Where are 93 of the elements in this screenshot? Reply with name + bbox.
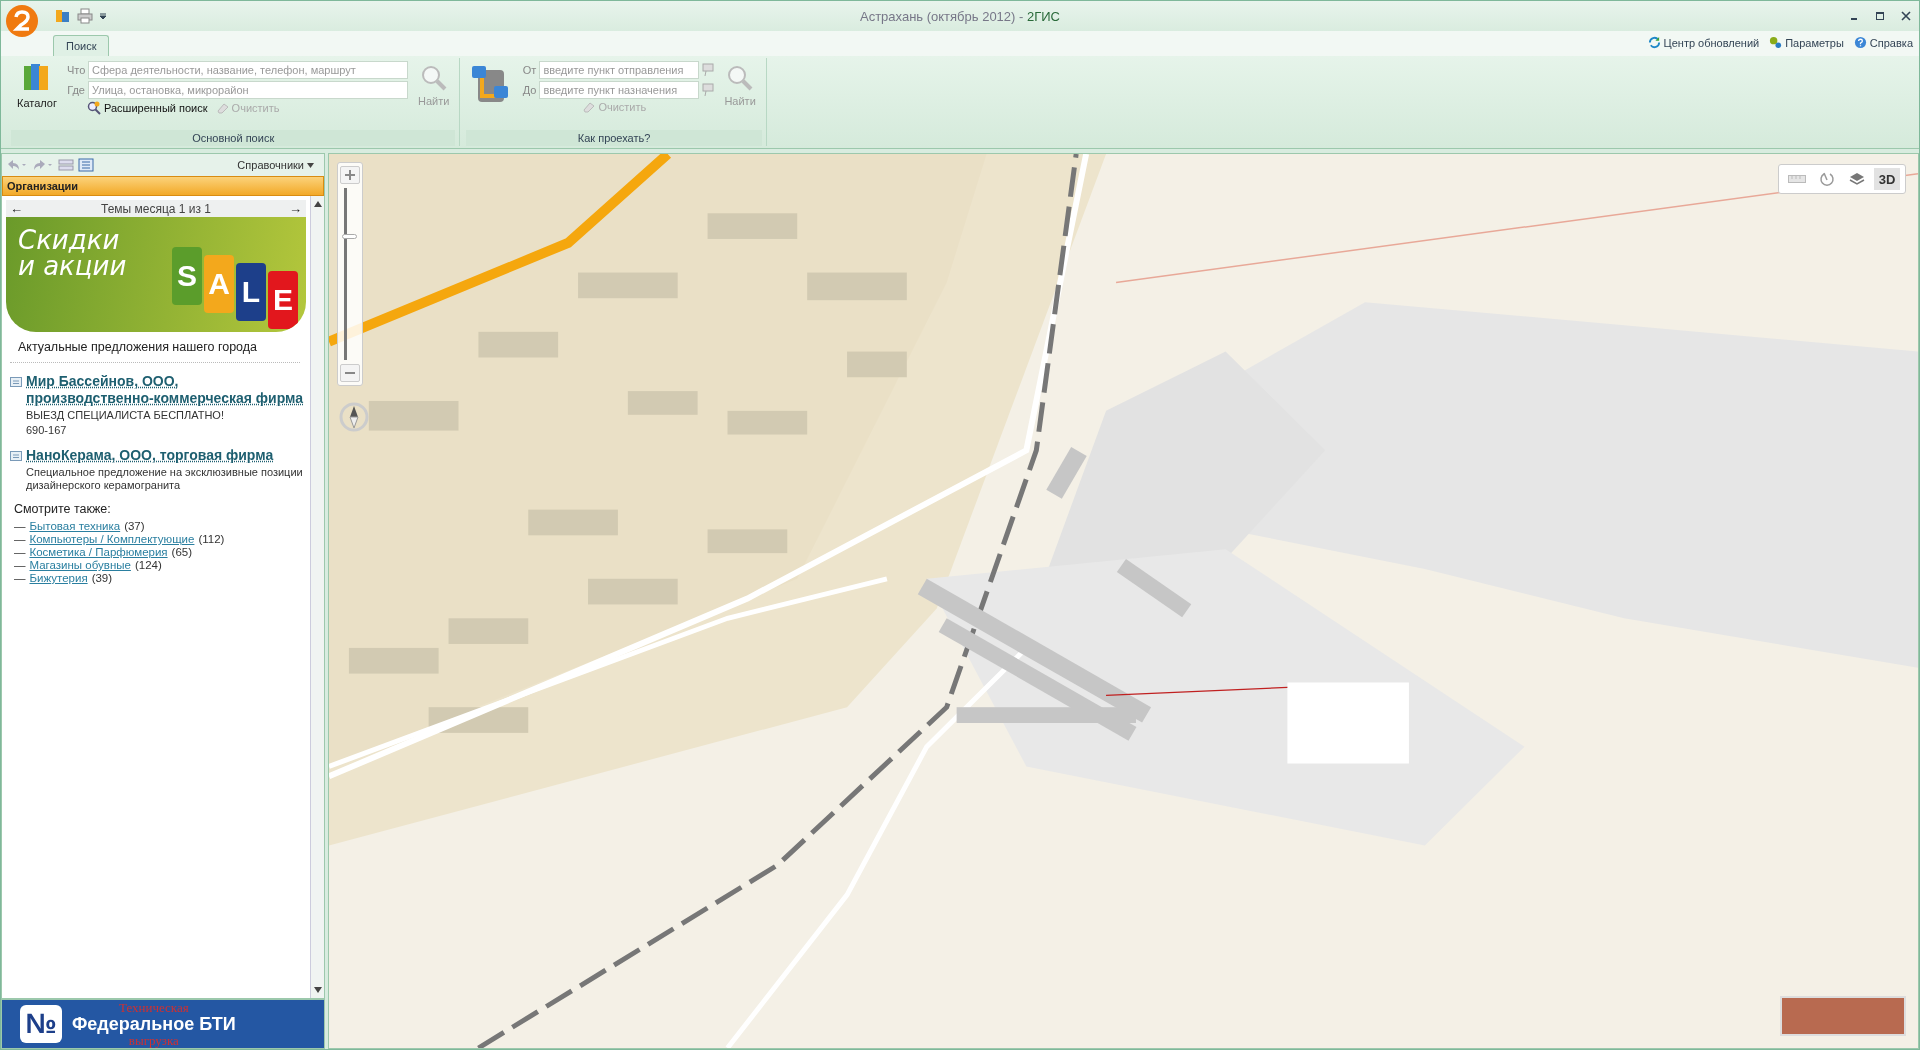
category-count: (112) [198,533,225,546]
caret-icon [307,162,314,168]
scrollbar[interactable] [310,196,324,998]
promo-banner[interactable]: Скидки и акции S A L E [6,217,306,332]
app-name: 2ГИС [1027,8,1060,24]
help-icon [1853,36,1867,49]
group-caption: Как проехать? [466,130,762,146]
app-logo-icon[interactable] [5,4,39,38]
card-icon [10,451,22,461]
field-label: Где [67,84,85,96]
pin-icon[interactable] [702,63,715,77]
organization-description: ВЫЕЗД СПЕЦИАЛИСТА БЕСПЛАТНО! [26,409,225,422]
sale-tag: L [236,263,266,321]
category-link[interactable]: Магазины обувные [29,559,131,572]
refresh-icon [1647,36,1661,49]
split-view-icon[interactable] [58,159,74,171]
zoom-thumb[interactable] [342,234,357,240]
organization-link[interactable]: Мир Бассейнов, ООО, производственно-коммерческая фирма [26,373,306,407]
banner-logo: № [20,1005,62,1043]
plus-icon [345,170,355,180]
field-label: От [521,64,537,76]
ad-picture-placeholder[interactable] [1780,996,1906,1036]
list-marker: — [14,546,26,559]
ruler-icon [1788,175,1806,183]
category-link[interactable]: Бижутерия [29,572,88,585]
list-view-icon[interactable] [78,158,94,172]
pin-icon[interactable] [702,83,715,97]
field-label: Что [67,64,85,76]
sale-tag: A [204,255,234,313]
category-count: (124) [134,559,162,572]
print-icon[interactable] [77,8,93,24]
back-icon[interactable] [6,158,28,172]
toolbar-link[interactable]: Справка [1853,36,1913,49]
window-title: Астрахань (октябрь 2012) [859,8,1016,24]
radius-icon [1819,171,1835,187]
see-also-title: Смотрите также: [13,502,112,518]
directories-dropdown[interactable]: Справочники [231,158,320,172]
scroll-up-icon[interactable] [313,201,322,207]
route-to-field[interactable]: введите пункт назначения [539,81,700,99]
previous-button[interactable]: ← [10,201,23,216]
forward-icon[interactable] [32,158,54,172]
title-separator: - [1019,8,1024,24]
list-marker: — [14,533,26,546]
organization-link[interactable]: НаноКерама, ООО, торговая фирма [26,447,306,464]
organization-description: Специальное предложение на эксклюзивные позиции дизайнерского керамогранита [26,466,304,492]
promo-title: Скидки [18,227,121,253]
what-search-field[interactable]: Сфера деятельности, название, телефон, маршрут [88,61,408,79]
field-label: До [521,84,537,96]
dropdown-caret-icon[interactable] [99,12,107,20]
banner-title: Федеральное БТИ [72,1014,236,1034]
close-icon[interactable] [1901,11,1911,21]
zoom-in-button[interactable] [340,166,360,184]
search-icon [419,64,448,92]
category-link[interactable]: Бытовая техника [29,520,121,533]
group-caption: Основной поиск [11,130,456,146]
layers-icon [1849,171,1865,187]
scroll-down-icon[interactable] [313,987,322,993]
category-link[interactable]: Компьютеры / Комплектующие [29,533,195,546]
section-header: Организации [2,176,324,196]
search-icon [726,64,755,92]
organization-description: 690-167 [26,424,68,437]
pager-label: Темы месяца 1 из 1 [100,201,212,216]
sale-tag: S [172,247,202,305]
toolbar-link[interactable]: Параметры [1769,36,1844,49]
category-link[interactable]: Косметика / Парфюмерия [29,546,168,559]
next-button[interactable]: → [289,201,302,216]
category-count: (37) [124,520,145,533]
maximize-icon[interactable] [1875,11,1885,21]
route-from-field[interactable]: введите пункт отправления [539,61,700,79]
ribbon-tab[interactable]: Поиск [53,35,110,56]
catalog-icon[interactable] [55,8,71,24]
sale-tag: E [268,271,298,329]
eraser-icon [215,102,229,114]
compass-icon[interactable] [339,402,369,432]
eraser-icon [582,101,596,113]
list-marker: — [14,520,26,533]
3d-mode-button[interactable]: 3D [1874,168,1900,190]
toolbar-link[interactable]: Центр обновлений [1647,36,1760,49]
category-count: (39) [91,572,113,585]
catalog-button[interactable]: Каталог [11,58,63,130]
category-count: (65) [171,546,193,559]
tagline: Актуальные предложения нашего города [10,332,300,363]
promo-title: и акции [18,253,127,279]
where-search-field[interactable]: Улица, остановка, микрорайон [88,81,408,99]
zoom-out-button[interactable] [340,364,360,382]
advanced-search-button[interactable]: Расширенный поиск [87,101,208,115]
search-icon [87,101,101,115]
banner-text: Техническая [118,1000,189,1015]
zoom-control[interactable] [337,162,363,386]
banner-text: выгрузка [128,1033,179,1048]
card-icon [10,377,22,387]
list-marker: — [14,559,26,572]
list-marker: — [14,572,26,585]
